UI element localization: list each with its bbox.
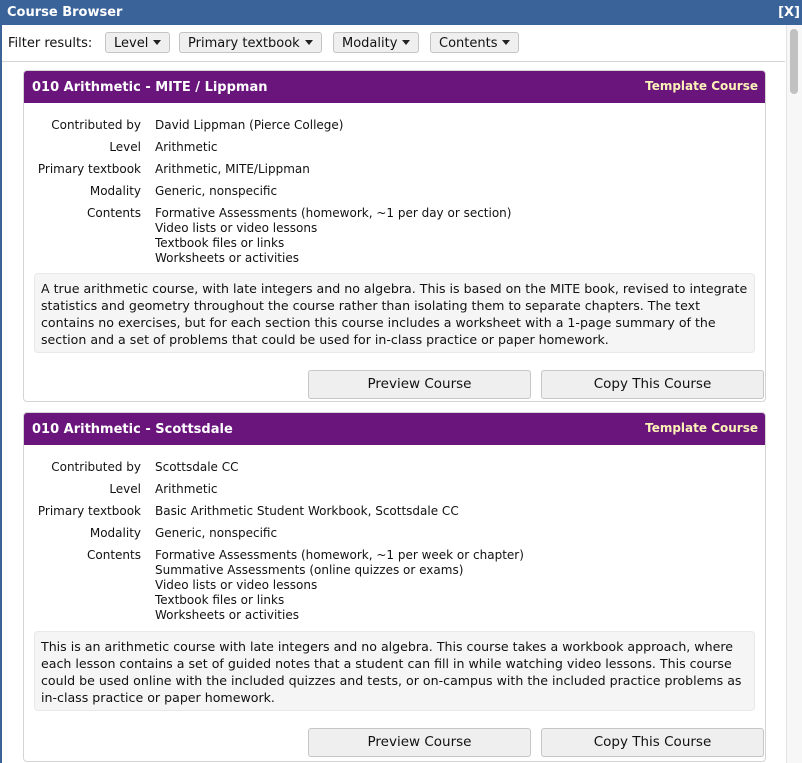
- detail-value: Generic, nonspecific: [155, 184, 278, 198]
- detail-value: David Lippman (Pierce College): [155, 118, 344, 132]
- course-card: 010 Arithmetic - MITE / Lippman Template…: [23, 70, 766, 402]
- caret-down-icon: [304, 40, 313, 45]
- filter-contents-label: Contents: [439, 36, 498, 51]
- scrollbar-thumb[interactable]: [790, 29, 798, 94]
- contents-item: Textbook files or links: [155, 236, 285, 250]
- close-button[interactable]: [X]: [778, 0, 800, 27]
- contents-item: Worksheets or activities: [155, 608, 299, 622]
- caret-down-icon: [153, 40, 162, 45]
- copy-course-button[interactable]: Copy This Course: [541, 370, 764, 399]
- detail-value: Formative Assessments (homework, ~1 per …: [155, 206, 511, 266]
- course-title: 010 Arithmetic - MITE / Lippman: [32, 80, 268, 95]
- preview-course-button[interactable]: Preview Course: [308, 370, 531, 399]
- contents-item: Formative Assessments (homework, ~1 per …: [155, 548, 524, 562]
- filter-textbook-dropdown[interactable]: Primary textbook: [179, 32, 322, 53]
- detail-value: Basic Arithmetic Student Workbook, Scott…: [155, 504, 459, 518]
- course-card-header: 010 Arithmetic - MITE / Lippman Template…: [24, 71, 765, 103]
- detail-value: Arithmetic, MITE/Lippman: [155, 162, 310, 176]
- detail-label: Modality: [89, 526, 141, 540]
- contents-item: Summative Assessments (online quizzes or…: [155, 563, 464, 577]
- filter-label: Filter results:: [8, 36, 93, 51]
- filter-bar: Filter results: Level Primary textbook M…: [2, 25, 785, 62]
- detail-label: Level: [109, 140, 141, 154]
- detail-label: Contributed by: [51, 118, 141, 132]
- contents-item: Video lists or video lessons: [155, 578, 318, 592]
- detail-value: Arithmetic: [155, 482, 218, 496]
- detail-value: Generic, nonspecific: [155, 526, 278, 540]
- detail-label: Modality: [89, 184, 141, 198]
- caret-down-icon: [502, 40, 511, 45]
- filter-textbook-label: Primary textbook: [188, 36, 300, 51]
- detail-label: Contributed by: [51, 460, 141, 474]
- contents-item: Formative Assessments (homework, ~1 per …: [155, 206, 512, 220]
- course-title: 010 Arithmetic - Scottsdale: [32, 422, 233, 437]
- filter-contents-dropdown[interactable]: Contents: [430, 32, 520, 53]
- course-card-header: 010 Arithmetic - Scottsdale Template Cou…: [24, 413, 765, 445]
- detail-value: Arithmetic: [155, 140, 218, 154]
- contents-item: Worksheets or activities: [155, 251, 299, 265]
- detail-label: Contents: [87, 206, 141, 220]
- course-description: This is an arithmetic course with late i…: [34, 631, 755, 711]
- window-left-border: [0, 25, 2, 763]
- preview-course-button[interactable]: Preview Course: [308, 728, 531, 757]
- detail-label: Primary textbook: [37, 504, 141, 518]
- detail-value: Formative Assessments (homework, ~1 per …: [155, 548, 524, 623]
- vertical-scrollbar[interactable]: [786, 25, 802, 763]
- course-description: A true arithmetic course, with late inte…: [34, 273, 755, 353]
- filter-modality-label: Modality: [342, 36, 398, 51]
- caret-down-icon: [402, 40, 411, 45]
- detail-label: Level: [109, 482, 141, 496]
- window-title: Course Browser: [7, 5, 123, 20]
- template-course-tag: Template Course: [645, 421, 758, 435]
- detail-label: Primary textbook: [37, 162, 141, 176]
- detail-value: Scottsdale CC: [155, 460, 239, 474]
- contents-item: Video lists or video lessons: [155, 221, 318, 235]
- contents-item: Textbook files or links: [155, 593, 285, 607]
- copy-course-button[interactable]: Copy This Course: [541, 728, 764, 757]
- template-course-tag: Template Course: [645, 79, 758, 93]
- filter-modality-dropdown[interactable]: Modality: [333, 32, 420, 53]
- window-titlebar: Course Browser [X]: [0, 0, 802, 25]
- filter-level-dropdown[interactable]: Level: [105, 32, 171, 53]
- filter-level-label: Level: [114, 36, 149, 51]
- course-card: 010 Arithmetic - Scottsdale Template Cou…: [23, 412, 766, 762]
- detail-label: Contents: [87, 548, 141, 562]
